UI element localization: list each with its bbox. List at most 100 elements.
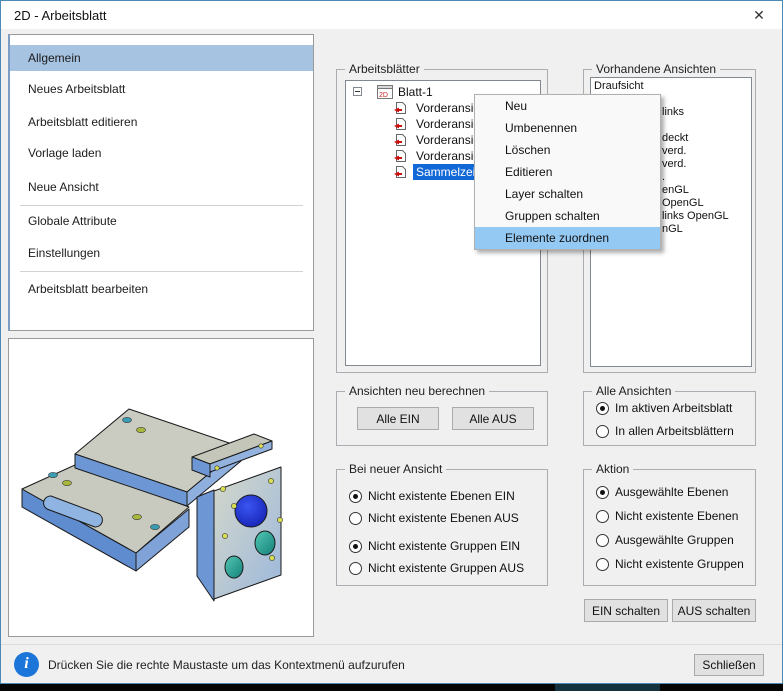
radio-nicht-existente-gruppen[interactable]: Nicht existente Gruppen (596, 556, 751, 572)
sidebar-item-label: Einstellungen (28, 246, 100, 260)
context-menu: Neu Umbenennen Löschen Editieren Layer s… (474, 94, 661, 250)
radio-ebenen-ein[interactable]: Nicht existente Ebenen EIN (349, 488, 543, 504)
radio-label: Nicht existente Ebenen (615, 509, 738, 523)
titlebar: 2D - Arbeitsblatt ✕ (1, 1, 782, 29)
group-label: Vorhandene Ansichten (592, 62, 720, 76)
radio-label: Nicht existente Ebenen AUS (368, 511, 519, 525)
group-label: Alle Ansichten (592, 384, 675, 398)
menu-item-loeschen[interactable]: Löschen (475, 139, 660, 161)
sidebar-item-label: Neues Arbeitsblatt (28, 82, 125, 96)
radio-label: Ausgewählte Gruppen (615, 533, 734, 547)
radio-ausgewaehlte-ebenen[interactable]: Ausgewählte Ebenen (596, 484, 751, 500)
group-bei-neuer-ansicht: Bei neuer Ansicht Nicht existente Ebenen… (336, 469, 548, 586)
group-aktion: Aktion Ausgewählte Ebenen Nicht existent… (583, 469, 756, 586)
list-item-label: nGL (662, 223, 683, 235)
sidebar-item-label: Arbeitsblatt editieren (28, 115, 137, 129)
sidebar-item-neues-arbeitsblatt[interactable]: Neues Arbeitsblatt (10, 76, 313, 102)
window-title: 2D - Arbeitsblatt (14, 8, 107, 23)
background-window-strip (0, 684, 783, 691)
sheet-icon: 2D (377, 85, 393, 99)
aus-schalten-button[interactable]: AUS schalten (672, 599, 756, 622)
group-label: Arbeitsblätter (345, 62, 424, 76)
list-item-label: deckt (662, 132, 688, 144)
view-doc-icon (393, 133, 406, 147)
radio-ebenen-aus[interactable]: Nicht existente Ebenen AUS (349, 510, 543, 526)
sidebar-item-einstellungen[interactable]: Einstellungen (10, 240, 313, 266)
radio-icon (596, 402, 609, 415)
menu-item-gruppen-schalten[interactable]: Gruppen schalten (475, 205, 660, 227)
sidebar-item-arbeitsblatt-bearbeiten[interactable]: Arbeitsblatt bearbeiten (10, 276, 313, 302)
sidebar-item-globale-attribute[interactable]: Globale Attribute (10, 208, 313, 234)
sidebar: Allgemein Neues Arbeitsblatt Arbeitsblat… (8, 34, 314, 331)
sidebar-item-neue-ansicht[interactable]: Neue Ansicht (10, 174, 313, 200)
list-item-label: . (662, 171, 665, 183)
view-doc-icon (393, 165, 406, 179)
radio-ausgewaehlte-gruppen[interactable]: Ausgewählte Gruppen (596, 532, 751, 548)
sidebar-item-vorlage-laden[interactable]: Vorlage laden (10, 140, 313, 166)
list-item-label: enGL (662, 184, 689, 196)
sidebar-item-label: Arbeitsblatt bearbeiten (28, 282, 148, 296)
radio-label: Im aktiven Arbeitsblatt (615, 401, 732, 415)
ein-schalten-button[interactable]: EIN schalten (584, 599, 668, 622)
alle-ein-button[interactable]: Alle EIN (357, 407, 439, 430)
collapse-icon[interactable] (353, 87, 362, 96)
list-item-label: Draufsicht (594, 80, 644, 92)
radio-gruppen-ein[interactable]: Nicht existente Gruppen EIN (349, 538, 543, 554)
menu-item-neu[interactable]: Neu (475, 95, 660, 117)
sidebar-item-label: Vorlage laden (28, 146, 101, 160)
view-doc-icon (393, 101, 406, 115)
radio-icon (596, 534, 609, 547)
radio-label: Nicht existente Gruppen AUS (368, 561, 524, 575)
list-item-label: OpenGL (662, 197, 704, 209)
radio-label: In allen Arbeitsblättern (615, 424, 734, 438)
sidebar-item-label: Allgemein (28, 51, 81, 65)
sidebar-item-label: Globale Attribute (28, 214, 117, 228)
radio-label: Nicht existente Gruppen EIN (368, 539, 520, 553)
list-item-label: links OpenGL (662, 210, 729, 222)
view-doc-icon (393, 149, 406, 163)
radio-icon (596, 558, 609, 571)
radio-gruppen-aus[interactable]: Nicht existente Gruppen AUS (349, 560, 543, 576)
alle-aus-button[interactable]: Alle AUS (452, 407, 534, 430)
menu-item-layer-schalten[interactable]: Layer schalten (475, 183, 660, 205)
radio-icon (596, 425, 609, 438)
sidebar-item-arbeitsblatt-editieren[interactable]: Arbeitsblatt editieren (10, 109, 313, 135)
list-item-label: verd. (662, 158, 686, 170)
radio-im-aktiven-arbeitsblatt[interactable]: Im aktiven Arbeitsblatt (596, 400, 751, 416)
radio-in-allen-arbeitsblaettern[interactable]: In allen Arbeitsblättern (596, 423, 751, 439)
group-label: Bei neuer Ansicht (345, 462, 446, 476)
sidebar-divider (20, 271, 303, 272)
list-item-label: links (662, 106, 684, 118)
schliessen-button[interactable]: Schließen (694, 654, 764, 676)
list-item[interactable]: Draufsicht (591, 80, 751, 93)
svg-text:2D: 2D (379, 92, 388, 99)
group-ansichten-neu-berechnen: Ansichten neu berechnen Alle EIN Alle AU… (336, 391, 548, 446)
menu-item-editieren[interactable]: Editieren (475, 161, 660, 183)
group-label: Ansichten neu berechnen (345, 384, 489, 398)
statusbar: i Drücken Sie die rechte Maustaste um da… (1, 644, 782, 683)
group-label: Aktion (592, 462, 633, 476)
radio-nicht-existente-ebenen[interactable]: Nicht existente Ebenen (596, 508, 751, 524)
radio-icon (349, 562, 362, 575)
radio-label: Ausgewählte Ebenen (615, 485, 728, 499)
model-preview-panel (8, 338, 314, 637)
view-doc-icon (393, 117, 406, 131)
cad-part-preview-image (9, 339, 313, 636)
radio-icon (349, 540, 362, 553)
dialog-2d-arbeitsblatt: 2D - Arbeitsblatt ✕ Allgemein Neues Arbe… (0, 0, 783, 684)
menu-item-umbenennen[interactable]: Umbenennen (475, 117, 660, 139)
radio-label: Nicht existente Ebenen EIN (368, 489, 515, 503)
radio-icon (349, 490, 362, 503)
menu-item-elemente-zuordnen[interactable]: Elemente zuordnen (475, 227, 660, 249)
sidebar-item-label: Neue Ansicht (28, 180, 99, 194)
close-icon[interactable]: ✕ (746, 5, 772, 25)
radio-icon (349, 512, 362, 525)
radio-label: Nicht existente Gruppen (615, 557, 744, 571)
radio-icon (596, 510, 609, 523)
background-window-fragment (555, 684, 660, 691)
info-icon: i (14, 652, 39, 677)
group-alle-ansichten: Alle Ansichten Im aktiven Arbeitsblatt I… (583, 391, 756, 446)
list-item-label: verd. (662, 145, 686, 157)
radio-icon (596, 486, 609, 499)
sidebar-item-allgemein[interactable]: Allgemein (10, 45, 313, 71)
